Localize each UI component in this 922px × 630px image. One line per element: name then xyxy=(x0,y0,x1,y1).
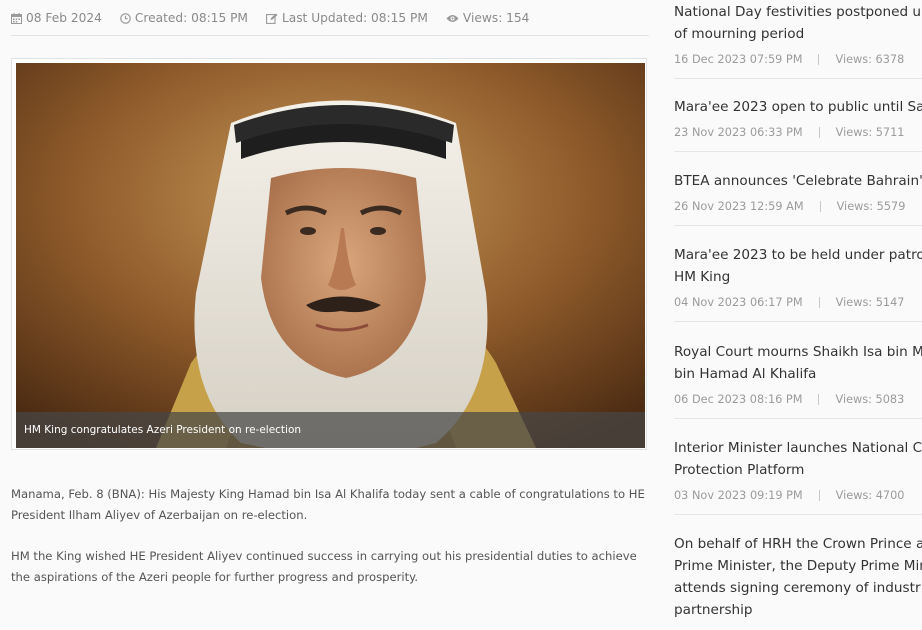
news-views: Views: 5083 xyxy=(835,393,905,406)
meta-separator xyxy=(818,490,820,501)
news-title-line[interactable]: HM King xyxy=(674,266,922,288)
eye-icon xyxy=(446,14,459,22)
news-title-line[interactable]: bin Hamad Al Khalifa xyxy=(674,363,922,385)
news-title-line[interactable]: of mourning period xyxy=(674,23,922,45)
article-image-card: HM King congratulates Azeri President on… xyxy=(11,58,647,450)
meta-separator xyxy=(818,394,820,405)
news-date: 26 Nov 2023 12:59 AM xyxy=(674,200,804,213)
meta-updated-text: Last Updated: 08:15 PM xyxy=(281,11,428,25)
news-date: 06 Dec 2023 08:16 PM xyxy=(674,393,803,406)
news-divider xyxy=(674,78,922,79)
news-title-line[interactable]: Mara'ee 2023 open to public until Sa xyxy=(674,96,922,118)
article-paragraph: HM the King wished HE President Aliyev c… xyxy=(11,549,637,584)
sidebar-news-item[interactable]: Interior Minister launches National C Pr… xyxy=(674,437,922,515)
news-title-line[interactable]: Mara'ee 2023 to be held under patro xyxy=(674,244,922,266)
news-title-line[interactable]: Prime Minister, the Deputy Prime Min xyxy=(674,555,922,577)
portrait-image xyxy=(16,63,645,448)
meta-separator xyxy=(819,201,821,212)
calendar-icon xyxy=(11,12,22,24)
article-paragraph: Manama, Feb. 8 (BNA): His Majesty King H… xyxy=(11,487,645,522)
sidebar-news-item[interactable]: On behalf of HRH the Crown Prince a Prim… xyxy=(674,533,922,621)
edit-icon xyxy=(265,13,278,24)
sidebar-news-item[interactable]: National Day festivities postponed u of … xyxy=(674,1,922,79)
meta-separator xyxy=(818,54,820,65)
news-meta: 16 Dec 2023 07:59 PM Views: 6378 xyxy=(674,53,922,66)
article-meta: 08 Feb 2024 Created: 08:15 PM Last Updat… xyxy=(11,9,529,27)
meta-updated: Last Updated: 08:15 PM xyxy=(265,11,428,25)
sidebar-news-item[interactable]: Mara'ee 2023 to be held under patro HM K… xyxy=(674,244,922,322)
news-divider xyxy=(674,418,922,419)
news-title-line[interactable]: Royal Court mourns Shaikh Isa bin M xyxy=(674,341,922,363)
meta-created-text: Created: 08:15 PM xyxy=(134,11,248,25)
news-title-line[interactable]: partnership xyxy=(674,599,922,621)
news-date: 03 Nov 2023 09:19 PM xyxy=(674,489,803,502)
article-body: Manama, Feb. 8 (BNA): His Majesty King H… xyxy=(11,484,649,608)
news-views: Views: 5711 xyxy=(835,126,905,139)
news-views: Views: 5579 xyxy=(836,200,906,213)
news-date: 23 Nov 2023 06:33 PM xyxy=(674,126,803,139)
news-title-line[interactable]: Protection Platform xyxy=(674,459,922,481)
news-date: 16 Dec 2023 07:59 PM xyxy=(674,53,803,66)
news-date: 04 Nov 2023 06:17 PM xyxy=(674,296,803,309)
news-divider xyxy=(674,514,922,515)
image-caption-bar: HM King congratulates Azeri President on… xyxy=(16,412,645,448)
meta-separator xyxy=(818,297,820,308)
news-divider xyxy=(674,321,922,322)
news-meta: 26 Nov 2023 12:59 AM Views: 5579 xyxy=(674,200,922,213)
image-caption: HM King congratulates Azeri President on… xyxy=(24,424,302,436)
article-photo[interactable]: HM King congratulates Azeri President on… xyxy=(16,63,645,448)
news-title-line[interactable]: National Day festivities postponed u xyxy=(674,1,922,23)
most-read-sidebar: National Day festivities postponed u of … xyxy=(674,0,922,630)
sidebar-news-item[interactable]: Mara'ee 2023 open to public until Sa 23 … xyxy=(674,96,922,152)
news-divider xyxy=(674,225,922,226)
news-title-line[interactable]: On behalf of HRH the Crown Prince a xyxy=(674,533,922,555)
sidebar-news-item[interactable]: BTEA announces 'Celebrate Bahrain' 26 No… xyxy=(674,170,922,226)
news-title-line[interactable]: BTEA announces 'Celebrate Bahrain' xyxy=(674,170,922,192)
meta-views-text: Views: 154 xyxy=(462,11,530,25)
news-title-line[interactable]: attends signing ceremony of industr xyxy=(674,577,922,599)
news-views: Views: 6378 xyxy=(835,53,905,66)
news-views: Views: 5147 xyxy=(835,296,905,309)
meta-date: 08 Feb 2024 xyxy=(11,11,102,25)
clock-icon xyxy=(120,12,131,24)
sidebar-news-item[interactable]: Royal Court mourns Shaikh Isa bin M bin … xyxy=(674,341,922,419)
news-title-line[interactable]: Interior Minister launches National C xyxy=(674,437,922,459)
news-views: Views: 4700 xyxy=(835,489,905,502)
meta-divider xyxy=(11,35,649,36)
news-meta: 03 Nov 2023 09:19 PM Views: 4700 xyxy=(674,489,922,502)
meta-date-text: 08 Feb 2024 xyxy=(26,11,102,25)
meta-separator xyxy=(818,127,820,138)
news-meta: 06 Dec 2023 08:16 PM Views: 5083 xyxy=(674,393,922,406)
meta-created: Created: 08:15 PM xyxy=(120,11,248,25)
meta-views: Views: 154 xyxy=(446,11,530,25)
news-divider xyxy=(674,151,922,152)
news-meta: 04 Nov 2023 06:17 PM Views: 5147 xyxy=(674,296,922,309)
news-meta: 23 Nov 2023 06:33 PM Views: 5711 xyxy=(674,126,922,139)
